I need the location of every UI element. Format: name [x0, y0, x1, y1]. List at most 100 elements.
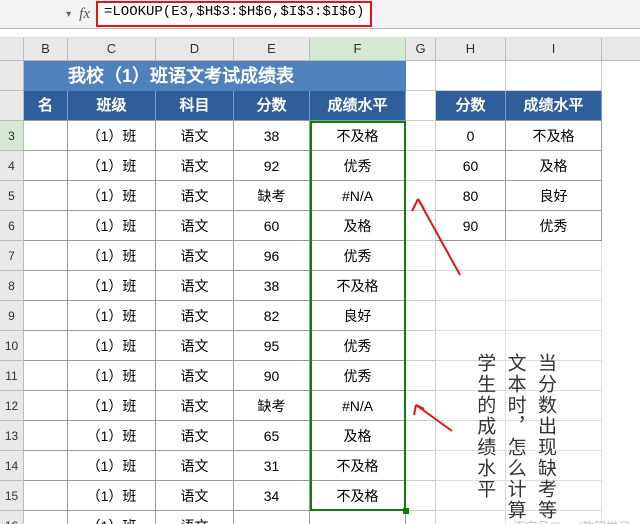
row-header[interactable]: 13: [0, 421, 24, 451]
cell-subject[interactable]: 语文: [156, 511, 234, 524]
cell-blank[interactable]: [406, 451, 436, 481]
cell-subject[interactable]: 语文: [156, 151, 234, 181]
cell-level[interactable]: 及格: [310, 211, 406, 241]
cell-blank[interactable]: [506, 301, 602, 331]
lookup-score[interactable]: 60: [436, 151, 506, 181]
cell-name[interactable]: [24, 301, 68, 331]
cell-score[interactable]: 缺考: [234, 391, 310, 421]
cell-subject[interactable]: 语文: [156, 421, 234, 451]
row-header[interactable]: 6: [0, 211, 24, 241]
cell-score[interactable]: [234, 511, 310, 524]
row-header[interactable]: 8: [0, 271, 24, 301]
cell-name[interactable]: [24, 421, 68, 451]
cell-class[interactable]: （1）班: [68, 241, 156, 271]
cell-blank[interactable]: [406, 151, 436, 181]
row-header[interactable]: [0, 61, 24, 91]
cell-class[interactable]: （1）班: [68, 271, 156, 301]
cell-class[interactable]: （1）班: [68, 391, 156, 421]
row-header[interactable]: 5: [0, 181, 24, 211]
cell-subject[interactable]: 语文: [156, 391, 234, 421]
cell-name[interactable]: [24, 361, 68, 391]
cell-blank[interactable]: [506, 241, 602, 271]
lookup-score[interactable]: 80: [436, 181, 506, 211]
cell-name[interactable]: [24, 511, 68, 524]
cell-class[interactable]: （1）班: [68, 481, 156, 511]
row-header[interactable]: 15: [0, 481, 24, 511]
column-header-B[interactable]: B: [24, 38, 68, 60]
lookup-score[interactable]: 0: [436, 121, 506, 151]
cell-blank[interactable]: [406, 181, 436, 211]
lookup-level[interactable]: 不及格: [506, 121, 602, 151]
cell-score[interactable]: 95: [234, 331, 310, 361]
cell-level[interactable]: 及格: [310, 421, 406, 451]
cell-class[interactable]: （1）班: [68, 211, 156, 241]
row-header[interactable]: 16: [0, 511, 24, 524]
cell-level[interactable]: 不及格: [310, 451, 406, 481]
cell-class[interactable]: （1）班: [68, 511, 156, 524]
cell-name[interactable]: [24, 271, 68, 301]
cell-blank[interactable]: [406, 421, 436, 451]
cell-name[interactable]: [24, 481, 68, 511]
cell-subject[interactable]: 语文: [156, 121, 234, 151]
column-header-H[interactable]: H: [436, 38, 506, 60]
cell-score[interactable]: 96: [234, 241, 310, 271]
lookup-level[interactable]: 及格: [506, 151, 602, 181]
cell-blank[interactable]: [406, 361, 436, 391]
cell-subject[interactable]: 语文: [156, 181, 234, 211]
cell-level[interactable]: 不及格: [310, 121, 406, 151]
cell-name[interactable]: [24, 451, 68, 481]
cell-level[interactable]: #N/A: [310, 391, 406, 421]
column-header-F[interactable]: F: [310, 38, 406, 60]
column-header-E[interactable]: E: [234, 38, 310, 60]
cell-class[interactable]: （1）班: [68, 361, 156, 391]
cell-score[interactable]: 缺考: [234, 181, 310, 211]
cell-class[interactable]: （1）班: [68, 451, 156, 481]
column-header-C[interactable]: C: [68, 38, 156, 60]
cell-subject[interactable]: 语文: [156, 331, 234, 361]
cell-blank[interactable]: [436, 301, 506, 331]
cell-level[interactable]: [310, 511, 406, 524]
cell-blank[interactable]: [406, 301, 436, 331]
cell-score[interactable]: 60: [234, 211, 310, 241]
cell-subject[interactable]: 语文: [156, 361, 234, 391]
cell-class[interactable]: （1）班: [68, 181, 156, 211]
cell-subject[interactable]: 语文: [156, 451, 234, 481]
cell-class[interactable]: （1）班: [68, 301, 156, 331]
lookup-level[interactable]: 良好: [506, 181, 602, 211]
cell-score[interactable]: 90: [234, 361, 310, 391]
cell-subject[interactable]: 语文: [156, 481, 234, 511]
cell-score[interactable]: 38: [234, 271, 310, 301]
cell-subject[interactable]: 语文: [156, 271, 234, 301]
fx-icon[interactable]: fx: [79, 6, 90, 23]
cell-level[interactable]: 优秀: [310, 151, 406, 181]
cell-name[interactable]: [24, 241, 68, 271]
row-header[interactable]: 7: [0, 241, 24, 271]
cell-blank[interactable]: [506, 271, 602, 301]
cell-name[interactable]: [24, 391, 68, 421]
cell-class[interactable]: （1）班: [68, 151, 156, 181]
row-header[interactable]: 9: [0, 301, 24, 331]
cell-blank[interactable]: [436, 271, 506, 301]
column-header-I[interactable]: I: [506, 38, 602, 60]
cell-score[interactable]: 92: [234, 151, 310, 181]
cell-name[interactable]: [24, 151, 68, 181]
cell-level[interactable]: 良好: [310, 301, 406, 331]
cell-level[interactable]: #N/A: [310, 181, 406, 211]
cell-blank[interactable]: [406, 331, 436, 361]
cell-name[interactable]: [24, 181, 68, 211]
cell-class[interactable]: （1）班: [68, 331, 156, 361]
cell-score[interactable]: 31: [234, 451, 310, 481]
cell-class[interactable]: （1）班: [68, 121, 156, 151]
cell-blank[interactable]: [406, 481, 436, 511]
cell-score[interactable]: 82: [234, 301, 310, 331]
cell-subject[interactable]: 语文: [156, 301, 234, 331]
formula-input[interactable]: =LOOKUP(E3,$H$3:$H$6,$I$3:$I$6): [96, 1, 372, 27]
row-header[interactable]: 4: [0, 151, 24, 181]
cell-blank[interactable]: [406, 211, 436, 241]
cell-level[interactable]: 优秀: [310, 361, 406, 391]
cell-level[interactable]: 不及格: [310, 271, 406, 301]
row-header[interactable]: 10: [0, 331, 24, 361]
lookup-score[interactable]: 90: [436, 211, 506, 241]
row-header[interactable]: 3: [0, 121, 24, 151]
cell-level[interactable]: 优秀: [310, 331, 406, 361]
